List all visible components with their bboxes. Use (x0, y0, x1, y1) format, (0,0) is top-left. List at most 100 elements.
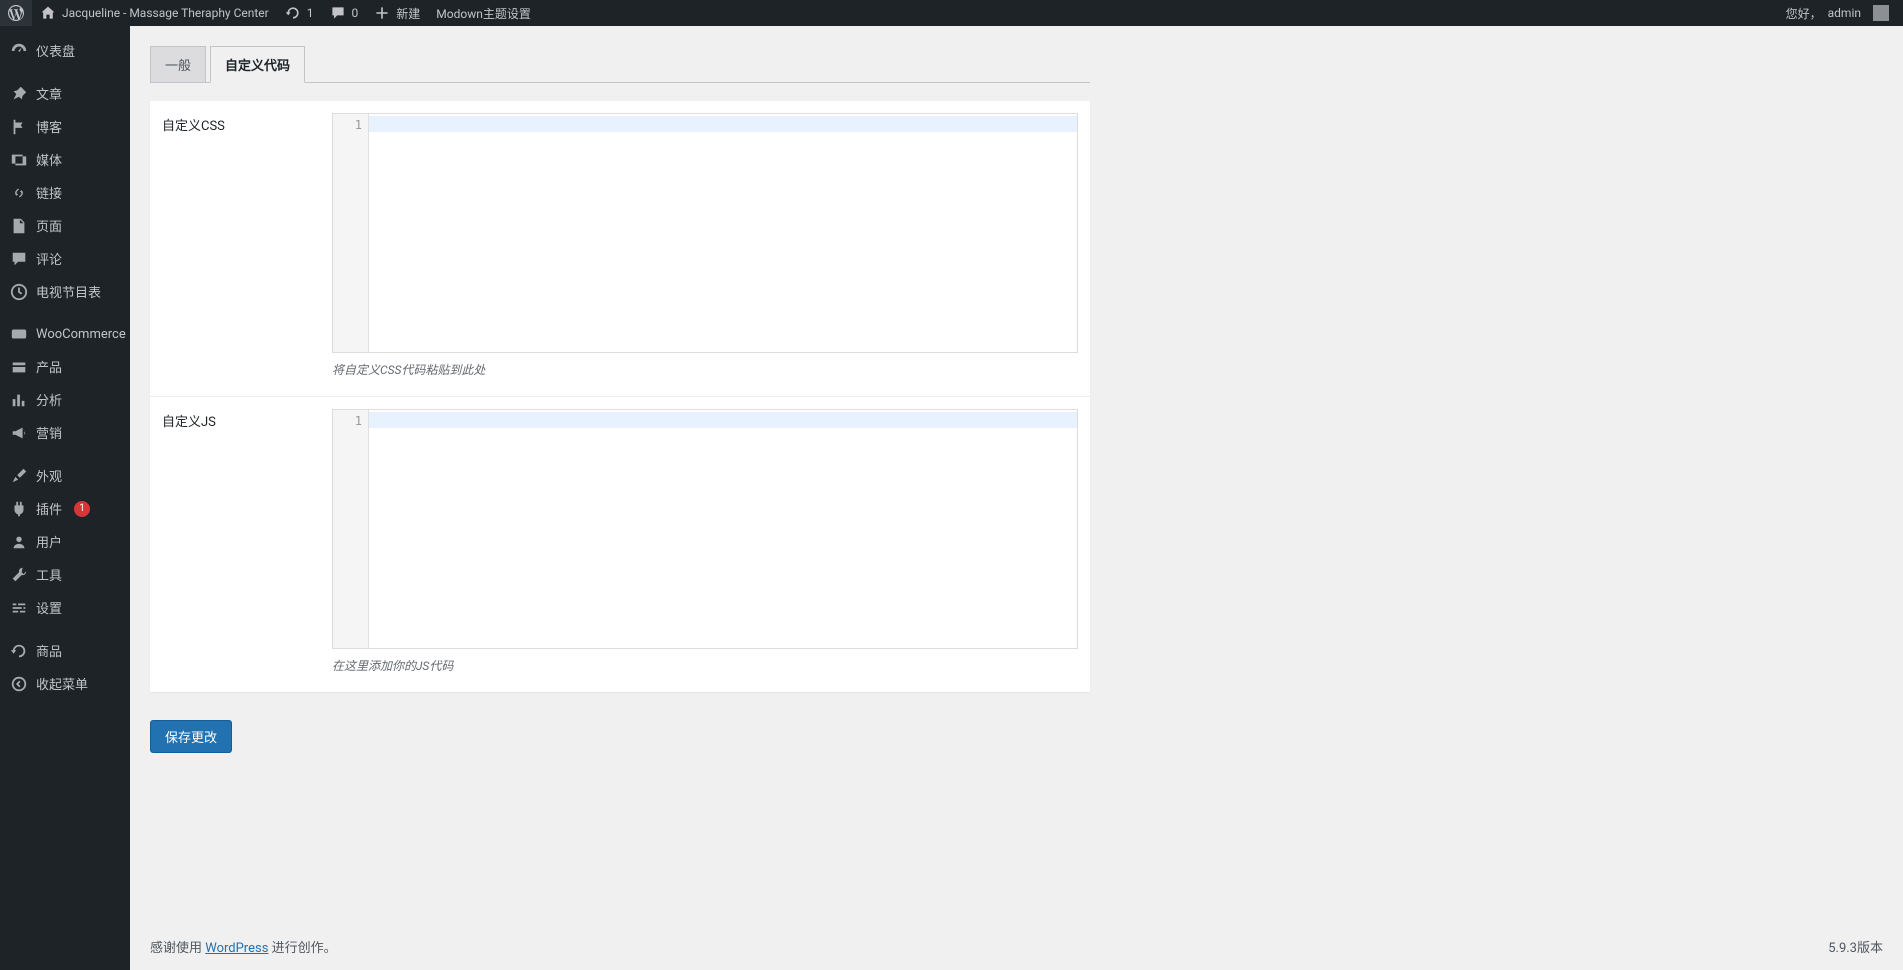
active-line-highlight (369, 116, 1077, 132)
sidebar-item-collapse[interactable]: 收起菜单 (0, 667, 130, 700)
js-code-area[interactable] (369, 410, 1077, 648)
page-icon (10, 217, 28, 235)
theme-settings-menu[interactable]: Modown主题设置 (428, 0, 539, 26)
plus-icon (374, 5, 390, 21)
admin-footer: 感谢使用 WordPress 进行创作。 5.9.3版本 (130, 923, 1903, 970)
field-custom-css: 自定义CSS 1 将自定义CSS代码粘贴到此处 (150, 101, 1090, 397)
tab-custom-code[interactable]: 自定义代码 (210, 46, 305, 83)
main-content: 一般 自定义代码 自定义CSS 1 将自定义CSS代码粘贴到此处 (130, 26, 1903, 970)
sidebar-item-label: 文章 (36, 84, 62, 103)
admin-bar: Jacqueline - Massage Theraphy Center 1 0… (0, 0, 1903, 26)
sidebar-item-marketing[interactable]: 营销 (0, 416, 130, 449)
brush-icon (10, 467, 28, 485)
refresh-menu[interactable]: 1 (277, 0, 322, 26)
collapse-icon (10, 675, 28, 693)
refresh-icon (285, 5, 301, 21)
js-gutter: 1 (333, 410, 369, 648)
sidebar-item-dashboard[interactable]: 仪表盘 (0, 34, 130, 67)
sliders-icon (10, 599, 28, 617)
sidebar-item-analytics[interactable]: 分析 (0, 383, 130, 416)
pin-icon (10, 85, 28, 103)
clock-icon (10, 283, 28, 301)
sidebar-item-links[interactable]: 链接 (0, 176, 130, 209)
sidebar-item-tv[interactable]: 电视节目表 (0, 275, 130, 308)
user-icon (10, 533, 28, 551)
username: admin (1828, 6, 1861, 20)
field-custom-js: 自定义JS 1 在这里添加你的JS代码 (150, 397, 1090, 692)
sidebar-item-appearance[interactable]: 外观 (0, 459, 130, 492)
sidebar-item-settings[interactable]: 设置 (0, 591, 130, 624)
tab-general[interactable]: 一般 (150, 46, 206, 82)
refresh-icon (10, 642, 28, 660)
account-menu[interactable]: 您好， admin (1778, 0, 1897, 26)
sidebar-item-label: 工具 (36, 565, 62, 584)
sidebar-item-label: 媒体 (36, 150, 62, 169)
save-button[interactable]: 保存更改 (150, 720, 232, 753)
sidebar-item-label: WooCommerce (36, 327, 126, 342)
sidebar-item-posts[interactable]: 文章 (0, 77, 130, 110)
sidebar-item-label: 收起菜单 (36, 674, 88, 693)
link-icon (10, 184, 28, 202)
sidebar-item-users[interactable]: 用户 (0, 525, 130, 558)
sidebar-item-blog[interactable]: 博客 (0, 110, 130, 143)
greeting: 您好， (1786, 5, 1822, 22)
footer-version: 5.9.3版本 (1828, 937, 1883, 956)
sidebar-item-pages[interactable]: 页面 (0, 209, 130, 242)
settings-panel: 自定义CSS 1 将自定义CSS代码粘贴到此处 自定义JS (150, 101, 1090, 692)
sidebar-item-comments[interactable]: 评论 (0, 242, 130, 275)
new-label: 新建 (396, 5, 420, 22)
megaphone-icon (10, 424, 28, 442)
product-icon (10, 358, 28, 376)
theme-settings-label: Modown主题设置 (436, 5, 531, 22)
sidebar-item-goods[interactable]: 商品 (0, 634, 130, 667)
sidebar-item-woocommerce[interactable]: WooCommerce (0, 318, 130, 350)
site-title: Jacqueline - Massage Theraphy Center (62, 6, 269, 20)
plugin-icon (10, 500, 28, 518)
admin-sidebar: 仪表盘 文章 博客 媒体 链接 页面 评论 电视节目表 (0, 26, 130, 970)
sidebar-item-media[interactable]: 媒体 (0, 143, 130, 176)
wp-logo-menu[interactable] (0, 0, 32, 26)
css-code-editor[interactable]: 1 (332, 113, 1078, 353)
admin-bar-left: Jacqueline - Massage Theraphy Center 1 0… (0, 0, 539, 26)
sidebar-item-label: 产品 (36, 357, 62, 376)
sidebar-item-tools[interactable]: 工具 (0, 558, 130, 591)
avatar (1873, 5, 1889, 21)
sidebar-item-label: 评论 (36, 249, 62, 268)
sidebar-item-label: 营销 (36, 423, 62, 442)
admin-bar-right: 您好， admin (1778, 0, 1897, 26)
footer-suffix: 进行创作。 (268, 941, 336, 956)
site-name-menu[interactable]: Jacqueline - Massage Theraphy Center (32, 0, 277, 26)
css-code-area[interactable] (369, 114, 1077, 352)
sidebar-item-label: 用户 (36, 532, 62, 551)
woo-icon (10, 325, 28, 343)
update-badge: 1 (74, 501, 90, 517)
active-line-highlight (369, 412, 1077, 428)
dashboard-icon (10, 42, 28, 60)
js-code-editor[interactable]: 1 (332, 409, 1078, 649)
sidebar-item-label: 插件 (36, 499, 62, 518)
sidebar-item-label: 商品 (36, 641, 62, 660)
refresh-count: 1 (307, 6, 314, 20)
sidebar-item-label: 分析 (36, 390, 62, 409)
sidebar-item-label: 设置 (36, 598, 62, 617)
wordpress-link[interactable]: WordPress (205, 941, 268, 956)
css-gutter: 1 (333, 114, 369, 352)
sidebar-item-plugins[interactable]: 插件 1 (0, 492, 130, 525)
wrench-icon (10, 566, 28, 584)
settings-tabs: 一般 自定义代码 (150, 46, 1090, 83)
media-icon (10, 151, 28, 169)
chart-icon (10, 391, 28, 409)
comment-icon (10, 250, 28, 268)
comments-menu[interactable]: 0 (322, 0, 367, 26)
sidebar-item-products[interactable]: 产品 (0, 350, 130, 383)
css-description: 将自定义CSS代码粘贴到此处 (332, 361, 1078, 378)
wordpress-icon (8, 5, 24, 21)
new-content-menu[interactable]: 新建 (366, 0, 428, 26)
sidebar-item-label: 仪表盘 (36, 41, 75, 60)
flag-icon (10, 118, 28, 136)
sidebar-item-label: 页面 (36, 216, 62, 235)
comments-count: 0 (352, 6, 359, 20)
css-field-label: 自定义CSS (162, 113, 332, 378)
footer-thanks: 感谢使用 WordPress 进行创作。 (150, 937, 337, 956)
footer-prefix: 感谢使用 (150, 941, 205, 956)
